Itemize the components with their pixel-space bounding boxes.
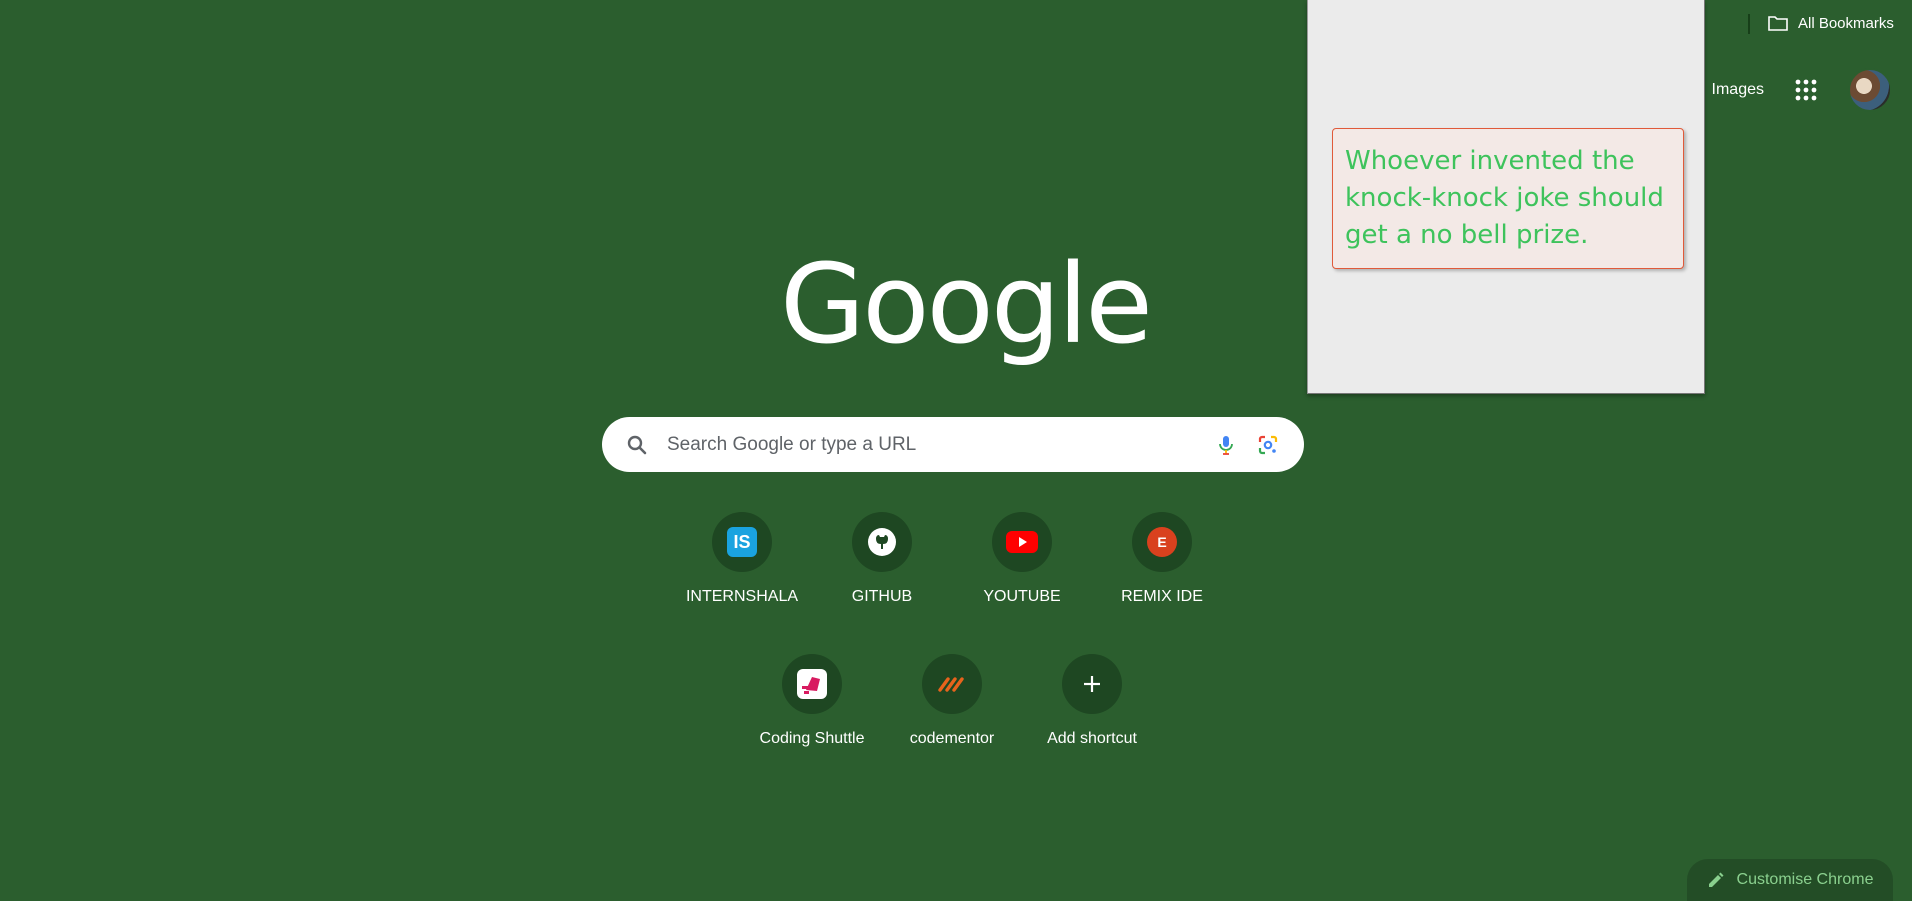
search-box <box>602 417 1304 472</box>
google-logo: Google <box>780 240 1153 368</box>
shortcut-icon-bg <box>922 654 982 714</box>
shortcut-github[interactable]: GITHUB <box>824 512 940 624</box>
github-icon <box>868 528 896 556</box>
shortcut-label: Add shortcut <box>1047 730 1137 747</box>
shortcut-icon-bg: E <box>1132 512 1192 572</box>
shortcut-label: Coding Shuttle <box>759 730 865 747</box>
shortcuts-row-2: Coding Shuttle codementor Add shortcut <box>672 654 1232 766</box>
pencil-icon <box>1708 872 1724 887</box>
new-tab-page: All Bookmarks Images Whoever invented th… <box>0 0 1912 901</box>
bookmarks-divider <box>1748 14 1750 34</box>
shortcut-label: GITHUB <box>851 588 913 605</box>
profile-avatar[interactable] <box>1848 68 1892 112</box>
shortcut-icon-bg <box>852 512 912 572</box>
shortcuts-row-1: IS INTERNSHALA GITHUB YOUTUBE E REMIX ID… <box>672 512 1232 624</box>
shortcut-label: YOUTUBE <box>983 588 1061 605</box>
shortcut-internshala[interactable]: IS INTERNSHALA <box>684 512 800 624</box>
shortcuts-grid: IS INTERNSHALA GITHUB YOUTUBE E REMIX ID… <box>672 512 1232 796</box>
microphone-icon[interactable] <box>1214 433 1238 457</box>
plus-icon <box>1084 676 1100 692</box>
remix-ide-icon: E <box>1147 527 1177 557</box>
shortcut-icon-bg <box>992 512 1052 572</box>
customise-chrome-button[interactable]: Customise Chrome <box>1687 859 1893 901</box>
shortcut-codementor[interactable]: codementor <box>894 654 1010 766</box>
shortcut-icon-bg <box>1062 654 1122 714</box>
add-shortcut-button[interactable]: Add shortcut <box>1034 654 1150 766</box>
all-bookmarks-button[interactable]: All Bookmarks <box>1768 11 1894 35</box>
search-icon <box>627 435 647 454</box>
images-link[interactable]: Images <box>1712 81 1764 99</box>
top-actions: Images <box>1712 68 1892 112</box>
shortcut-youtube[interactable]: YOUTUBE <box>964 512 1080 624</box>
joke-text: Whoever invented the knock-knock joke sh… <box>1332 128 1684 269</box>
shortcut-label: REMIX IDE <box>1121 588 1203 605</box>
shortcut-icon-bg <box>782 654 842 714</box>
shortcut-label: codementor <box>909 730 995 747</box>
shortcut-label: INTERNSHALA <box>685 588 799 605</box>
folder-icon <box>1768 16 1788 31</box>
customise-chrome-label: Customise Chrome <box>1736 871 1874 888</box>
coding-shuttle-icon <box>797 669 827 699</box>
extension-popup: Whoever invented the knock-knock joke sh… <box>1307 0 1705 394</box>
shortcut-coding-shuttle[interactable]: Coding Shuttle <box>754 654 870 766</box>
youtube-icon <box>1006 531 1038 553</box>
search-input[interactable] <box>665 423 1214 466</box>
codementor-icon <box>938 677 964 692</box>
all-bookmarks-label: All Bookmarks <box>1798 14 1894 32</box>
google-lens-icon[interactable] <box>1256 433 1280 457</box>
apps-grid-icon[interactable] <box>1794 78 1818 102</box>
internshala-icon: IS <box>727 527 757 557</box>
shortcut-remix-ide[interactable]: E REMIX IDE <box>1104 512 1220 624</box>
shortcut-icon-bg: IS <box>712 512 772 572</box>
